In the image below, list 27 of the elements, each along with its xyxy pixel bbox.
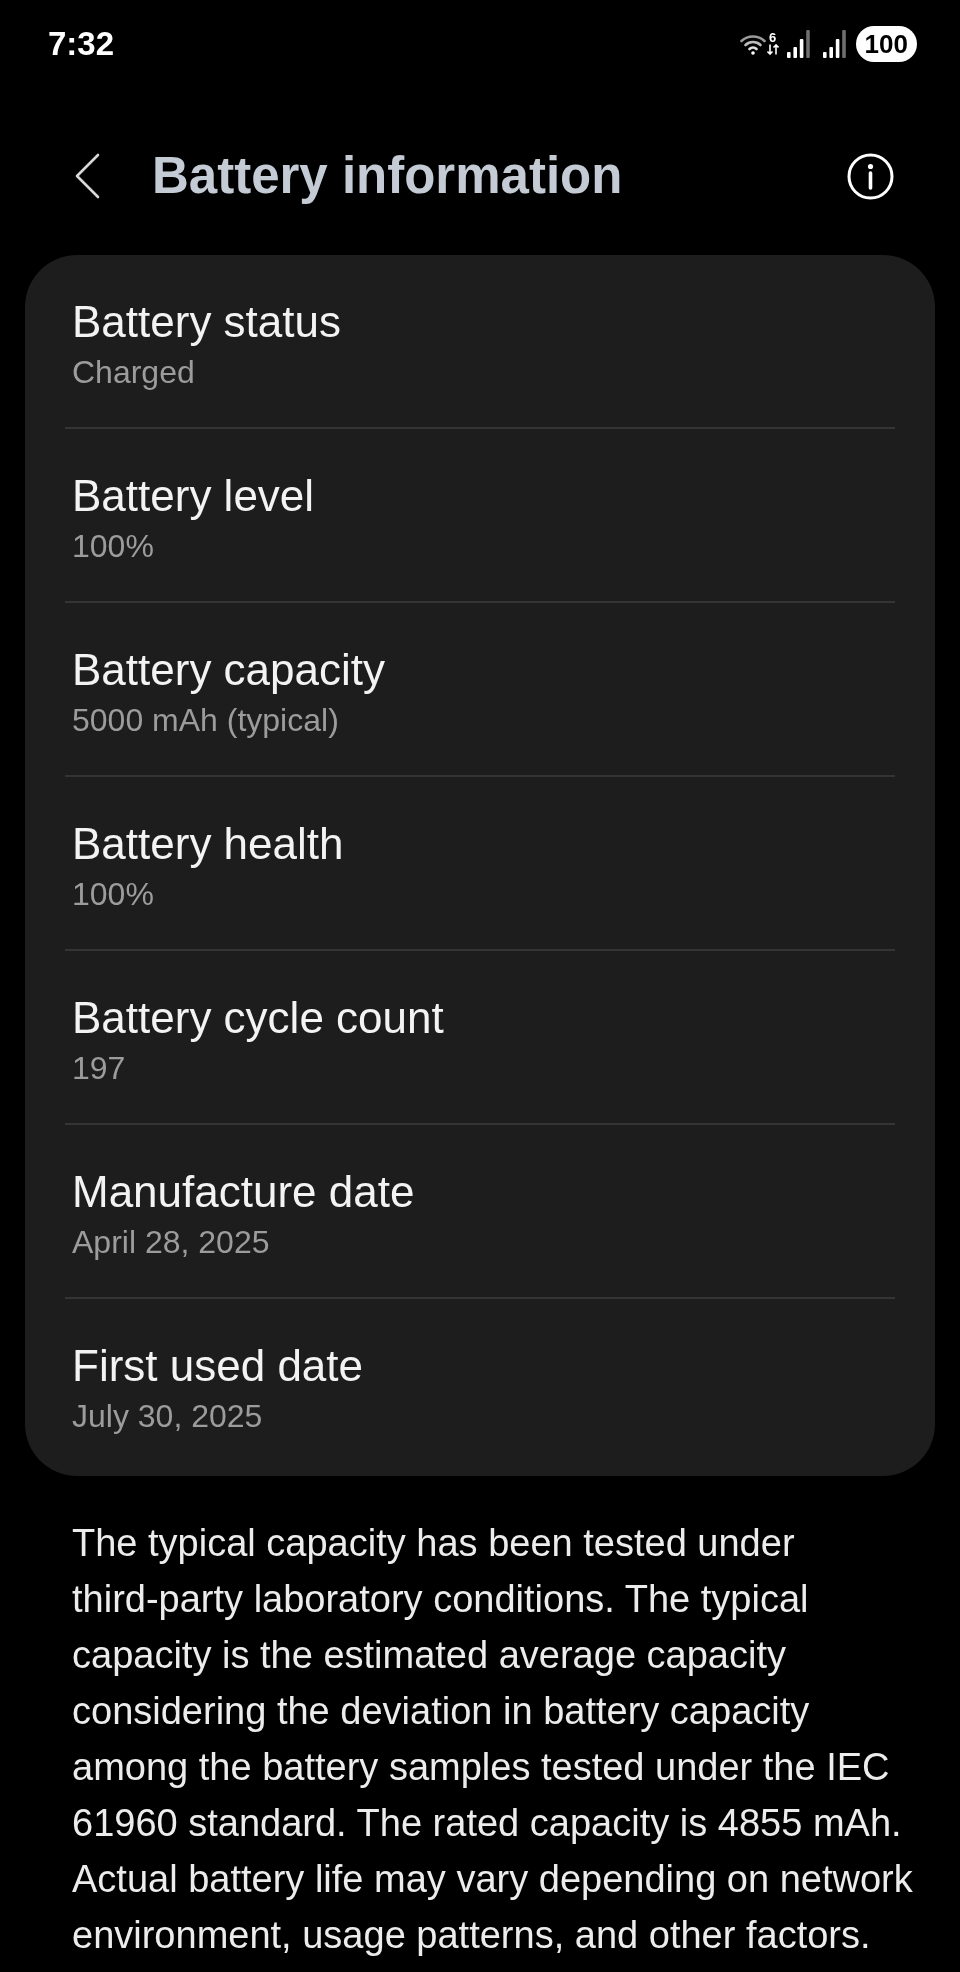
row-value: July 30, 2025 [72, 1397, 263, 1436]
row-value: 197 [72, 1049, 126, 1088]
wifi-generation-label: 6 [769, 31, 777, 44]
row-title: Battery capacity [72, 645, 386, 695]
row-value: 100% [72, 527, 154, 566]
wifi-icon [739, 33, 766, 55]
info-button[interactable] [847, 152, 894, 200]
info-icon [847, 152, 894, 200]
row-value: Charged [72, 353, 195, 392]
row-title: Battery health [72, 819, 344, 869]
row-title: Battery level [72, 471, 315, 521]
data-arrows-icon [766, 44, 779, 55]
row-title: First used date [72, 1341, 364, 1391]
page-title: Battery information [152, 146, 623, 206]
battery-level-badge: 100 [855, 26, 917, 62]
clock-time: 7:32 [48, 24, 115, 64]
row-title: Battery cycle count [72, 993, 444, 1043]
signal-icon [786, 30, 810, 58]
back-button[interactable] [74, 153, 100, 199]
signal-icon [822, 30, 846, 58]
row-value: 100% [72, 875, 154, 914]
row-value: April 28, 2025 [72, 1223, 270, 1262]
row-title: Battery status [72, 297, 341, 347]
back-chevron-icon [74, 153, 100, 199]
row-value: 5000 mAh (typical) [72, 701, 339, 740]
footnote-paragraph: The typical capacity has been tested under third-party laboratory conditions. The typical capacity is the estimated average capacity considering the deviation in battery capacity among the battery samples tested under the IEC 61960 standard. The rated capacity is 4855 mAh. Actual battery life may vary depending on network environment, usage patterns, and other factors. [72, 1521, 914, 1958]
row-title: Manufacture date [72, 1167, 415, 1217]
